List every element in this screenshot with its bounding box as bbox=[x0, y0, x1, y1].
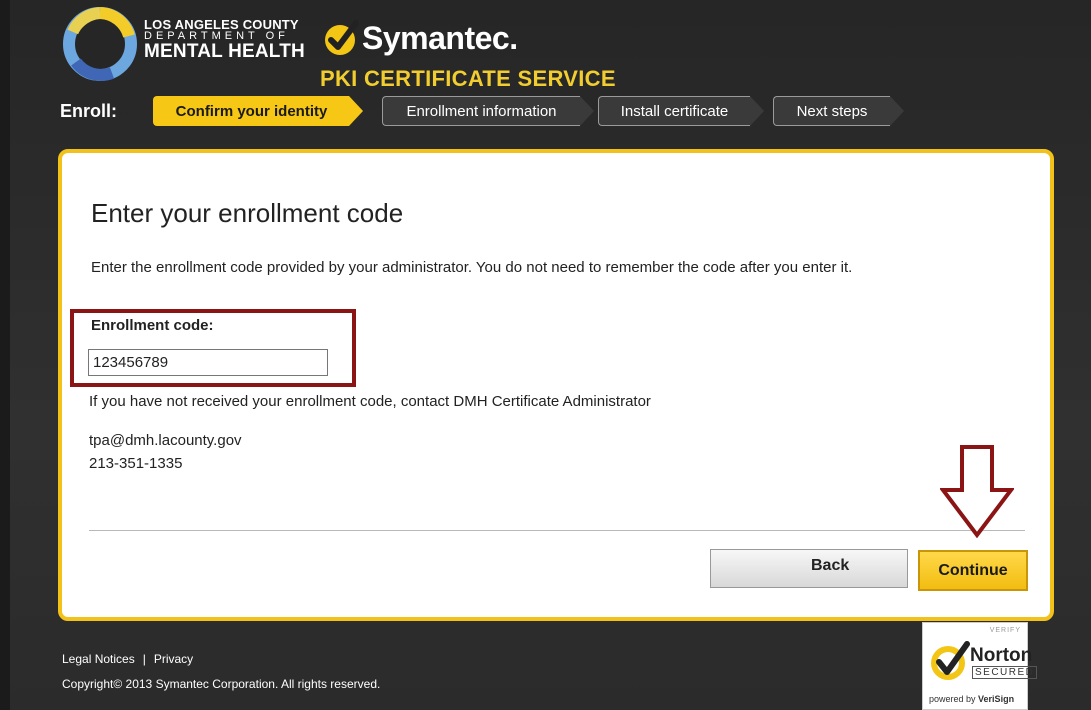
enrollment-code-label: Enrollment code: bbox=[91, 317, 214, 334]
continue-button[interactable]: Continue bbox=[918, 550, 1028, 591]
enrollment-code-input[interactable] bbox=[88, 349, 328, 376]
copyright-text: Copyright© 2013 Symantec Corporation. Al… bbox=[62, 677, 381, 691]
page-title: Enter your enrollment code bbox=[91, 198, 404, 228]
missing-code-hint: If you have not received your enrollment… bbox=[89, 393, 651, 410]
service-title: PKI CERTIFICATE SERVICE bbox=[320, 66, 616, 91]
annotation-down-arrow-icon bbox=[940, 445, 1014, 538]
seal-verify-text: VERIFY bbox=[989, 627, 1021, 634]
seal-powered-label: powered by bbox=[929, 694, 976, 704]
symantec-brand-name: Symantec. bbox=[362, 20, 518, 56]
step-confirm-identity: Confirm your identity bbox=[153, 96, 363, 126]
enroll-steps-label: Enroll: bbox=[60, 101, 117, 121]
seal-provider: VeriSign bbox=[978, 694, 1015, 704]
legal-notices-link[interactable]: Legal Notices bbox=[62, 652, 135, 666]
window-edge bbox=[0, 0, 10, 710]
footer-separator: | bbox=[142, 652, 146, 666]
dmh-line-mental-health: MENTAL HEALTH bbox=[144, 41, 305, 62]
symantec-check-icon bbox=[325, 20, 359, 55]
seal-powered-by: powered by VeriSign bbox=[929, 694, 1014, 704]
privacy-link[interactable]: Privacy bbox=[154, 652, 193, 666]
seal-secured: SECURED bbox=[972, 666, 1038, 679]
step-next-steps: Next steps bbox=[773, 96, 904, 126]
seal-brand: Norton bbox=[970, 645, 1033, 666]
panel-divider bbox=[89, 530, 1025, 531]
dmh-wordmark: LOS ANGELES COUNTY DEPARTMENT OF MENTAL … bbox=[144, 18, 305, 62]
footer-links: Legal Notices | Privacy bbox=[62, 652, 193, 666]
intro-text: Enter the enrollment code provided by yo… bbox=[91, 259, 853, 276]
contact-phone: 213-351-1335 bbox=[89, 455, 183, 472]
contact-email: tpa@dmh.lacounty.gov bbox=[89, 432, 242, 449]
norton-check-icon bbox=[931, 641, 970, 680]
back-button[interactable]: Back bbox=[710, 549, 908, 588]
dmh-logo-icon bbox=[63, 7, 137, 81]
norton-secured-seal[interactable]: VERIFY Norton SECURED powered by VeriSig… bbox=[922, 622, 1038, 710]
step-install-certificate: Install certificate bbox=[598, 96, 764, 126]
step-enrollment-information: Enrollment information bbox=[382, 96, 594, 126]
